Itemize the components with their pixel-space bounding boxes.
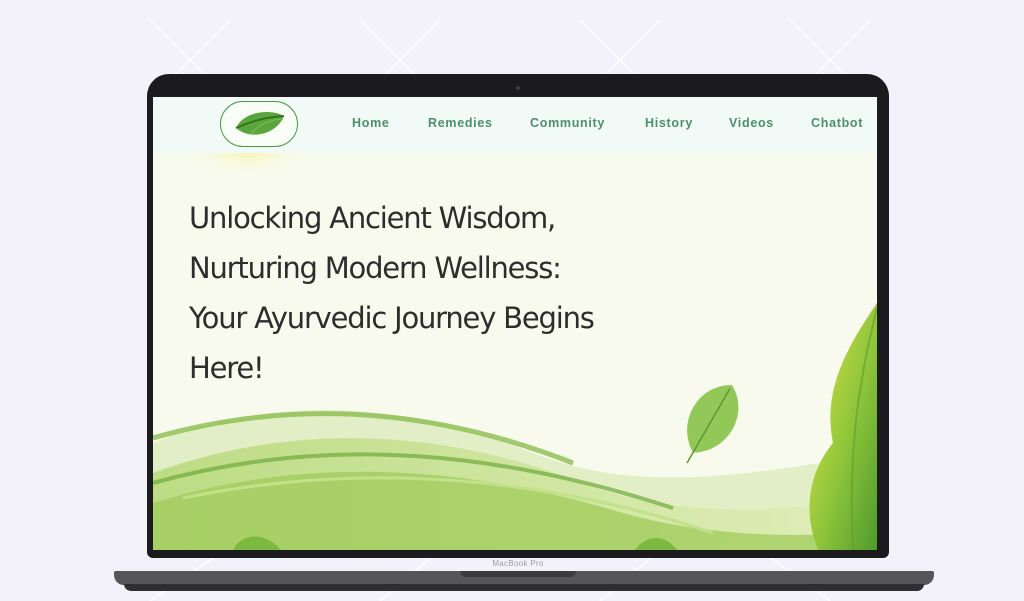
nav-chatbot[interactable]: Chatbot: [811, 116, 863, 130]
website-screen: Home Remedies Community History Videos C…: [153, 97, 877, 550]
device-label: MacBook Pro: [492, 559, 544, 568]
laptop-base-bottom: [124, 584, 924, 591]
hero-headline: Unlocking Ancient Wisdom, Nurturing Mode…: [189, 193, 629, 393]
nav-history[interactable]: History: [645, 116, 693, 130]
leaf-icon: [235, 112, 285, 135]
nav-community[interactable]: Community: [530, 116, 605, 130]
headline-line: Your Ayurvedic Journey Begins: [189, 301, 595, 335]
nav-videos[interactable]: Videos: [729, 116, 774, 130]
camera-dot: [516, 86, 520, 90]
nav-remedies[interactable]: Remedies: [428, 116, 493, 130]
headline-line: Nurturing Modern Wellness:: [189, 251, 562, 285]
headline-line: Unlocking Ancient Wisdom,: [189, 201, 556, 235]
nav-home[interactable]: Home: [352, 116, 390, 130]
headline-line: Here!: [189, 351, 265, 385]
logo[interactable]: [220, 101, 298, 147]
laptop-notch: [460, 571, 576, 577]
navbar: Home Remedies Community History Videos C…: [153, 97, 877, 153]
